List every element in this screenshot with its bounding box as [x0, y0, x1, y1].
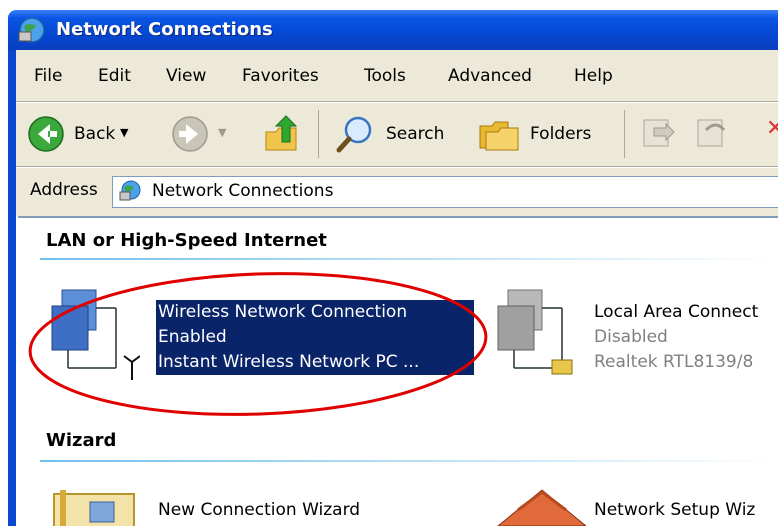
- wizard-name[interactable]: New Connection Wizard: [158, 498, 360, 523]
- network-globe-icon: [119, 180, 141, 201]
- folders-button[interactable]: Folders: [530, 124, 591, 144]
- menu-view[interactable]: View: [166, 66, 206, 86]
- menu-file[interactable]: File: [34, 66, 62, 86]
- network-setup-wizard-icon[interactable]: [490, 486, 586, 526]
- copy-to-icon[interactable]: [694, 114, 732, 152]
- network-globe-icon: [18, 17, 45, 43]
- window-title: Network Connections: [56, 19, 273, 40]
- menu-tools[interactable]: Tools: [364, 66, 406, 86]
- menu-favorites[interactable]: Favorites: [242, 66, 319, 86]
- search-icon[interactable]: [334, 112, 378, 156]
- group-heading-wizard: Wizard: [46, 430, 117, 451]
- menu-help[interactable]: Help: [574, 66, 613, 86]
- folders-icon[interactable]: [478, 114, 522, 154]
- window-border: [8, 50, 16, 526]
- separator: [16, 167, 778, 168]
- menu-advanced[interactable]: Advanced: [448, 66, 532, 86]
- connection-device: Realtek RTL8139/8: [594, 352, 754, 372]
- address-value: Network Connections: [152, 181, 334, 201]
- back-button[interactable]: Back: [74, 124, 115, 144]
- search-button[interactable]: Search: [386, 124, 444, 144]
- forward-arrow-icon[interactable]: [170, 114, 210, 154]
- annotation-ellipse: [28, 272, 488, 416]
- address-label: Address: [30, 180, 98, 200]
- move-to-icon[interactable]: [640, 114, 678, 152]
- toolbar-separator: [318, 110, 319, 158]
- group-divider: [40, 258, 778, 260]
- lan-connection-icon[interactable]: [490, 288, 586, 384]
- connection-name[interactable]: Local Area Connect: [594, 300, 758, 325]
- group-heading-lan: LAN or High-Speed Internet: [46, 230, 327, 251]
- up-folder-icon[interactable]: [262, 112, 302, 154]
- chevron-down-icon[interactable]: ▼: [218, 126, 226, 139]
- toolbar-separator: [624, 110, 625, 158]
- delete-icon[interactable]: ✕: [766, 116, 778, 141]
- group-divider: [40, 460, 778, 462]
- connection-status: Disabled: [594, 327, 668, 347]
- new-connection-wizard-icon[interactable]: [50, 488, 140, 526]
- back-arrow-icon[interactable]: [26, 114, 66, 154]
- wizard-name[interactable]: Network Setup Wiz: [594, 498, 755, 523]
- menu-edit[interactable]: Edit: [98, 66, 131, 86]
- separator: [16, 102, 778, 103]
- chevron-down-icon[interactable]: ▼: [120, 126, 128, 139]
